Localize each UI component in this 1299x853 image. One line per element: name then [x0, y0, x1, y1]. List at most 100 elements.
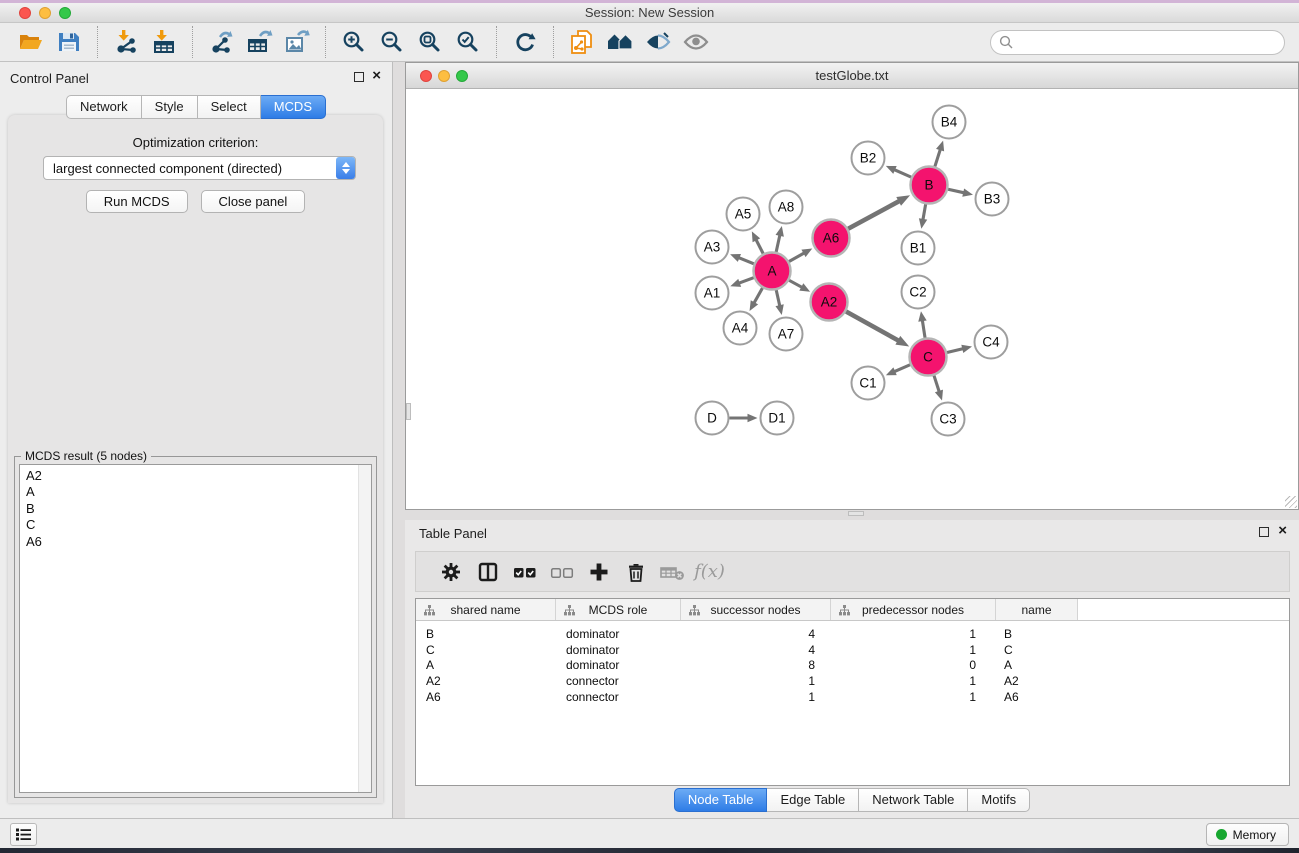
- graph-edge-C-C1[interactable]: [894, 365, 910, 372]
- result-list-item[interactable]: A: [20, 484, 371, 500]
- float-panel-icon[interactable]: [354, 72, 364, 82]
- search-field[interactable]: [990, 30, 1285, 55]
- result-scrollbar[interactable]: [358, 465, 371, 792]
- graph-node-D1[interactable]: D1: [761, 402, 794, 435]
- column-header-MCDS-role[interactable]: MCDS role: [556, 599, 681, 620]
- zoom-in-button[interactable]: [335, 25, 373, 59]
- deselect-all-button[interactable]: [543, 557, 580, 587]
- column-header-shared-name[interactable]: shared name: [416, 599, 556, 620]
- table-row[interactable]: Cdominator41C: [416, 643, 1289, 659]
- graph-node-A[interactable]: A: [754, 253, 791, 290]
- cyndex-browse-button[interactable]: [601, 25, 639, 59]
- column-header-predecessor-nodes[interactable]: predecessor nodes: [831, 599, 996, 620]
- zoom-window-button[interactable]: [456, 70, 468, 82]
- network-canvas[interactable]: B4B2BB3A5A8A6A3B1AA1C2A2A4A7C4CC1C3DD1: [406, 89, 1298, 509]
- graph-node-A5[interactable]: A5: [727, 198, 760, 231]
- zoom-selected-button[interactable]: [449, 25, 487, 59]
- graph-node-D[interactable]: D: [696, 402, 729, 435]
- search-input[interactable]: [1014, 35, 1284, 50]
- panel-resize-handle[interactable]: [406, 403, 411, 420]
- export-image-button[interactable]: [278, 25, 316, 59]
- run-mcds-button[interactable]: Run MCDS: [86, 190, 188, 213]
- column-header-successor-nodes[interactable]: successor nodes: [681, 599, 831, 620]
- graph-node-A1[interactable]: A1: [696, 277, 729, 310]
- delete-column-button[interactable]: [617, 557, 654, 587]
- tab-node-table[interactable]: Node Table: [674, 788, 768, 812]
- table-row[interactable]: Adominator80A: [416, 658, 1289, 674]
- table-row[interactable]: Bdominator41B: [416, 627, 1289, 643]
- graph-node-B2[interactable]: B2: [852, 142, 885, 175]
- graph-edge-C-C4[interactable]: [947, 349, 963, 353]
- window-resize-corner[interactable]: [1285, 496, 1297, 508]
- minimize-window-button[interactable]: [39, 7, 51, 19]
- graph-edge-A-A8[interactable]: [776, 235, 780, 252]
- tab-edge-table[interactable]: Edge Table: [767, 788, 859, 812]
- export-table-button[interactable]: [240, 25, 278, 59]
- graph-edge-A-A3[interactable]: [738, 258, 753, 264]
- graph-node-B4[interactable]: B4: [933, 106, 966, 139]
- tab-network-table[interactable]: Network Table: [859, 788, 968, 812]
- table-row[interactable]: A2connector11A2: [416, 674, 1289, 690]
- tab-motifs[interactable]: Motifs: [968, 788, 1030, 812]
- graph-node-A2[interactable]: A2: [811, 284, 848, 321]
- minimize-window-button[interactable]: [438, 70, 450, 82]
- open-session-button[interactable]: [12, 25, 50, 59]
- select-all-button[interactable]: [506, 557, 543, 587]
- tab-style[interactable]: Style: [142, 95, 198, 119]
- graph-node-A3[interactable]: A3: [696, 231, 729, 264]
- column-header-name[interactable]: name: [996, 599, 1078, 620]
- show-panel-list-button[interactable]: [10, 823, 37, 846]
- graph-node-B1[interactable]: B1: [902, 232, 935, 265]
- zoom-fit-button[interactable]: [411, 25, 449, 59]
- graph-node-A8[interactable]: A8: [770, 191, 803, 224]
- graph-node-C[interactable]: C: [910, 339, 947, 376]
- graph-node-C2[interactable]: C2: [902, 276, 935, 309]
- graph-edge-A2-C[interactable]: [846, 311, 899, 340]
- show-hide-graphics-button[interactable]: [639, 25, 677, 59]
- graph-edge-A6-B[interactable]: [848, 201, 899, 229]
- graph-node-C4[interactable]: C4: [975, 326, 1008, 359]
- export-network-button[interactable]: [202, 25, 240, 59]
- result-list-item[interactable]: A6: [20, 534, 371, 550]
- graph-edge-B-B2[interactable]: [894, 170, 911, 178]
- graph-edge-B-B4[interactable]: [935, 149, 940, 166]
- tab-mcds[interactable]: MCDS: [261, 95, 326, 119]
- add-column-button[interactable]: [580, 557, 617, 587]
- zoom-window-button[interactable]: [59, 7, 71, 19]
- delete-table-button[interactable]: [654, 557, 691, 587]
- import-network-button[interactable]: [107, 25, 145, 59]
- graph-edge-B-B1[interactable]: [923, 204, 926, 220]
- table-settings-button[interactable]: [432, 557, 469, 587]
- show-columns-button[interactable]: [469, 557, 506, 587]
- close-window-button[interactable]: [19, 7, 31, 19]
- network-from-selection-button[interactable]: [563, 25, 601, 59]
- result-list-item[interactable]: A2: [20, 468, 371, 484]
- graph-edge-C-C3[interactable]: [934, 376, 939, 392]
- graph-edge-C-C2[interactable]: [922, 320, 925, 338]
- graph-edge-A-A1[interactable]: [739, 278, 754, 283]
- table-row[interactable]: A6connector11A6: [416, 690, 1289, 706]
- optimization-dropdown[interactable]: largest connected component (directed): [43, 156, 356, 180]
- graph-edge-B-B3[interactable]: [948, 189, 964, 193]
- graph-edge-A-A7[interactable]: [776, 290, 780, 306]
- memory-button[interactable]: Memory: [1206, 823, 1289, 846]
- graph-node-C1[interactable]: C1: [852, 367, 885, 400]
- save-session-button[interactable]: [50, 25, 88, 59]
- result-list-item[interactable]: C: [20, 517, 371, 533]
- split-resize-handle[interactable]: [848, 511, 864, 516]
- close-panel-button[interactable]: Close panel: [201, 190, 306, 213]
- zoom-out-button[interactable]: [373, 25, 411, 59]
- graph-node-C3[interactable]: C3: [932, 403, 965, 436]
- show-eye-button[interactable]: [677, 25, 715, 59]
- close-panel-icon[interactable]: ×: [372, 67, 381, 84]
- float-panel-icon[interactable]: [1259, 527, 1269, 537]
- tab-network[interactable]: Network: [66, 95, 142, 119]
- tab-select[interactable]: Select: [198, 95, 261, 119]
- graph-node-B3[interactable]: B3: [976, 183, 1009, 216]
- graph-edge-A-A5[interactable]: [756, 239, 763, 253]
- refresh-layout-button[interactable]: [506, 25, 544, 59]
- result-list-item[interactable]: B: [20, 501, 371, 517]
- graph-node-A4[interactable]: A4: [724, 312, 757, 345]
- graph-edge-A-A4[interactable]: [754, 288, 763, 303]
- graph-node-A7[interactable]: A7: [770, 318, 803, 351]
